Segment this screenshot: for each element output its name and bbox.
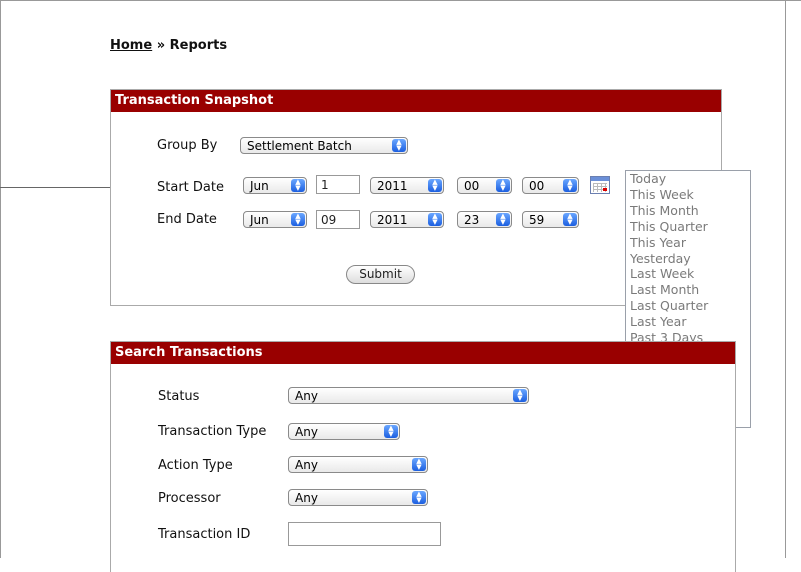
start-year-select[interactable]: 2011 ▲ ▼ bbox=[370, 177, 444, 194]
up-down-arrows-icon: ▲ ▼ bbox=[428, 213, 442, 226]
date-preset-option[interactable]: Yesterday bbox=[626, 251, 750, 267]
calendar-icon[interactable] bbox=[590, 176, 610, 194]
start-day-input[interactable]: 1 bbox=[316, 175, 360, 194]
date-preset-option[interactable]: This Quarter bbox=[626, 219, 750, 235]
end-minute-value: 59 bbox=[529, 213, 545, 227]
date-preset-option[interactable]: Last Quarter bbox=[626, 298, 750, 314]
breadcrumb-separator: » bbox=[156, 38, 166, 53]
action-type-value: Any bbox=[295, 458, 318, 472]
start-minute-select[interactable]: 00 ▲ ▼ bbox=[522, 177, 579, 194]
start-year-value: 2011 bbox=[377, 179, 408, 193]
group-by-select[interactable]: Settlement Batch ▲ ▼ bbox=[240, 137, 408, 154]
date-preset-option[interactable]: Last Year bbox=[626, 314, 750, 330]
up-down-arrows-icon: ▲ ▼ bbox=[563, 179, 577, 192]
status-value: Any bbox=[295, 389, 318, 403]
start-date-label: Start Date bbox=[157, 180, 224, 195]
transaction-id-label: Transaction ID bbox=[158, 527, 251, 542]
up-down-arrows-icon: ▲ ▼ bbox=[384, 425, 398, 438]
start-hour-select[interactable]: 00 ▲ ▼ bbox=[457, 177, 512, 194]
transaction-snapshot-title: Transaction Snapshot bbox=[111, 90, 721, 112]
date-preset-option[interactable]: This Week bbox=[626, 187, 750, 203]
status-label: Status bbox=[158, 389, 200, 404]
start-hour-value: 00 bbox=[464, 179, 480, 193]
transaction-type-select[interactable]: Any ▲ ▼ bbox=[288, 423, 400, 440]
group-by-label: Group By bbox=[157, 138, 218, 153]
up-down-arrows-icon: ▲ ▼ bbox=[392, 139, 406, 152]
up-down-arrows-icon: ▲ ▼ bbox=[496, 179, 510, 192]
start-month-select[interactable]: Jun ▲ ▼ bbox=[243, 177, 307, 194]
breadcrumb-home-link[interactable]: Home bbox=[110, 38, 152, 53]
up-down-arrows-icon: ▲ ▼ bbox=[563, 213, 577, 226]
up-down-arrows-icon: ▲ ▼ bbox=[428, 179, 442, 192]
start-month-value: Jun bbox=[250, 179, 269, 193]
window-border-left bbox=[0, 0, 1, 558]
search-transactions-title: Search Transactions bbox=[111, 342, 735, 364]
end-year-select[interactable]: 2011 ▲ ▼ bbox=[370, 211, 444, 228]
action-type-label: Action Type bbox=[158, 458, 233, 473]
up-down-arrows-icon: ▲ ▼ bbox=[496, 213, 510, 226]
status-select[interactable]: Any ▲ ▼ bbox=[288, 387, 529, 404]
date-preset-option[interactable]: This Month bbox=[626, 203, 750, 219]
up-down-arrows-icon: ▲ ▼ bbox=[291, 213, 305, 226]
transaction-type-value: Any bbox=[295, 425, 318, 439]
end-date-label: End Date bbox=[157, 212, 217, 227]
processor-select[interactable]: Any ▲ ▼ bbox=[288, 489, 428, 506]
end-month-value: Jun bbox=[250, 213, 269, 227]
up-down-arrows-icon: ▲ ▼ bbox=[412, 458, 426, 471]
processor-label: Processor bbox=[158, 491, 221, 506]
breadcrumb: Home » Reports bbox=[110, 38, 227, 53]
date-preset-option[interactable]: This Year bbox=[626, 235, 750, 251]
up-down-arrows-icon: ▲ ▼ bbox=[412, 491, 426, 504]
end-month-select[interactable]: Jun ▲ ▼ bbox=[243, 211, 307, 228]
up-down-arrows-icon: ▲ ▼ bbox=[513, 389, 527, 402]
transaction-type-label: Transaction Type bbox=[158, 424, 267, 439]
action-type-select[interactable]: Any ▲ ▼ bbox=[288, 456, 428, 473]
window-border-right bbox=[785, 0, 786, 558]
submit-button[interactable]: Submit bbox=[346, 265, 415, 284]
date-preset-option[interactable]: Last Month bbox=[626, 282, 750, 298]
start-minute-value: 00 bbox=[529, 179, 545, 193]
end-year-value: 2011 bbox=[377, 213, 408, 227]
up-down-arrows-icon: ▲ ▼ bbox=[291, 179, 305, 192]
end-hour-select[interactable]: 23 ▲ ▼ bbox=[457, 211, 512, 228]
processor-value: Any bbox=[295, 491, 318, 505]
end-hour-value: 23 bbox=[464, 213, 480, 227]
transaction-id-input[interactable] bbox=[288, 522, 441, 546]
date-preset-option[interactable]: Today bbox=[626, 171, 750, 187]
date-preset-option[interactable]: Last Week bbox=[626, 266, 750, 282]
end-minute-select[interactable]: 59 ▲ ▼ bbox=[522, 211, 579, 228]
group-by-value: Settlement Batch bbox=[247, 139, 352, 153]
window-border-top bbox=[0, 0, 801, 1]
breadcrumb-current: Reports bbox=[169, 38, 228, 53]
end-day-input[interactable]: 09 bbox=[316, 210, 360, 229]
